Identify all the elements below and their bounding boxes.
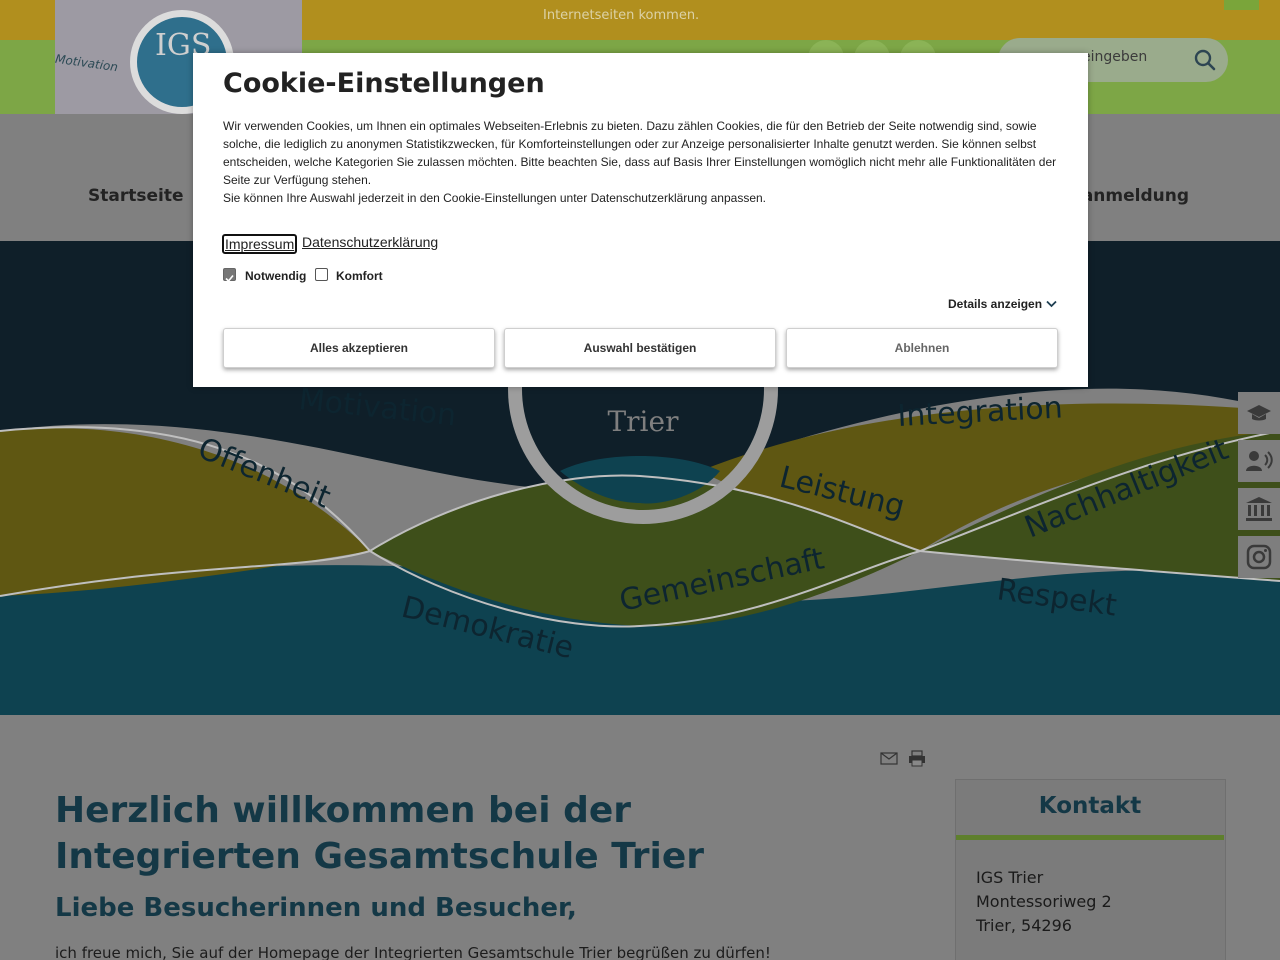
notwendig-checkbox[interactable] bbox=[223, 268, 236, 283]
notwendig-label: Notwendig bbox=[245, 269, 307, 283]
search-icon[interactable] bbox=[1188, 44, 1222, 78]
cookie-text: Wir verwenden Cookies, um Ihnen ein opti… bbox=[223, 117, 1063, 207]
contact-address: IGS Trier Montessoriweg 2 Trier, 54296 bbox=[976, 866, 1112, 938]
page-subtitle: Liebe Besucherinnen und Besucher, bbox=[55, 893, 577, 923]
page-title: Herzlich willkommen bei der Integrierten… bbox=[55, 790, 705, 877]
cookie-description-2: Sie können Ihre Auswahl jederzeit in den… bbox=[223, 191, 767, 205]
cookie-description: Wir verwenden Cookies, um Ihnen ein opti… bbox=[223, 119, 1057, 187]
confirm-selection-button[interactable]: Auswahl bestätigen bbox=[504, 328, 776, 368]
mail-icon[interactable] bbox=[880, 752, 898, 765]
institution-icon[interactable] bbox=[1238, 488, 1280, 530]
komfort-label: Komfort bbox=[336, 269, 383, 283]
chevron-down-icon[interactable] bbox=[1046, 300, 1057, 308]
komfort-checkbox[interactable] bbox=[315, 268, 328, 281]
contact-street: Montessoriweg 2 bbox=[976, 892, 1112, 911]
details-toggle[interactable]: Details anzeigen bbox=[948, 297, 1042, 311]
page: Internetseiten kommen. IGS Motivation ei… bbox=[0, 0, 1280, 960]
logo-motto: Motivation bbox=[55, 51, 119, 75]
intro-text: ich freue mich, Sie auf der Homepage der… bbox=[55, 944, 771, 960]
check-icon bbox=[225, 274, 234, 283]
info-bar-button[interactable] bbox=[1224, 0, 1259, 10]
contact-title: Kontakt bbox=[1038, 793, 1142, 819]
hero-center-text: Trier bbox=[608, 405, 680, 438]
cookie-dialog: Cookie-Einstellungen Wir verwenden Cooki… bbox=[193, 53, 1088, 387]
reject-button[interactable]: Ablehnen bbox=[786, 328, 1058, 368]
nav-item-anmeldung[interactable]: lanmeldung bbox=[1076, 186, 1189, 206]
info-bar-text: Internetseiten kommen. bbox=[543, 8, 700, 23]
graduation-cap-icon[interactable] bbox=[1238, 392, 1280, 434]
contact-divider bbox=[956, 835, 1224, 840]
datenschutz-link[interactable]: Datenschutzerklärung bbox=[302, 234, 438, 250]
impressum-link[interactable]: Impressum bbox=[222, 234, 298, 254]
speaker-icon[interactable] bbox=[1238, 440, 1280, 482]
nav-item-startseite[interactable]: Startseite bbox=[88, 186, 183, 206]
search-placeholder: eingeben bbox=[1082, 49, 1148, 65]
cookie-title: Cookie-Einstellungen bbox=[223, 68, 545, 99]
print-icon[interactable] bbox=[908, 750, 926, 767]
accept-all-button[interactable]: Alles akzeptieren bbox=[223, 328, 495, 368]
instagram-icon[interactable] bbox=[1238, 536, 1280, 578]
contact-city: Trier, 54296 bbox=[976, 916, 1072, 935]
contact-name: IGS Trier bbox=[976, 868, 1044, 887]
